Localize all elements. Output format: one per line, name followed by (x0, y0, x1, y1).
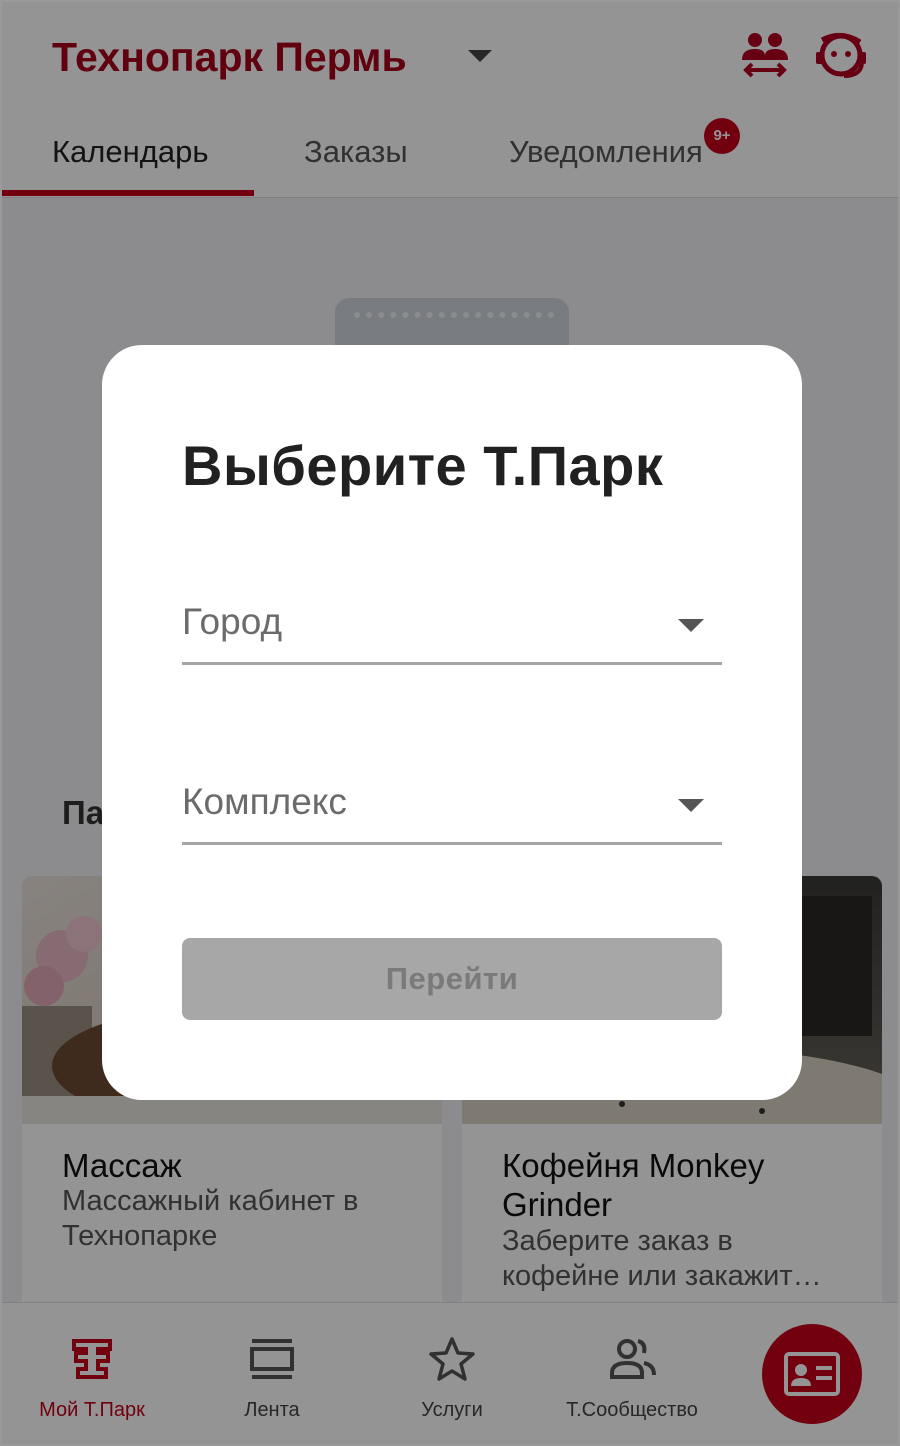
chevron-down-icon (678, 619, 704, 632)
app-screen: Технопарк Пермь Календарь Заказы Уведомл… (0, 0, 900, 1446)
go-button[interactable]: Перейти (182, 938, 722, 1020)
chevron-down-icon (678, 799, 704, 812)
city-select[interactable]: Город (182, 573, 722, 665)
dialog-title: Выберите Т.Парк (182, 434, 664, 497)
complex-select-placeholder: Комплекс (182, 781, 347, 822)
city-select-placeholder: Город (182, 601, 283, 642)
select-tpark-dialog: Выберите Т.Парк Город Комплекс Перейти (102, 345, 802, 1100)
complex-select[interactable]: Комплекс (182, 753, 722, 845)
